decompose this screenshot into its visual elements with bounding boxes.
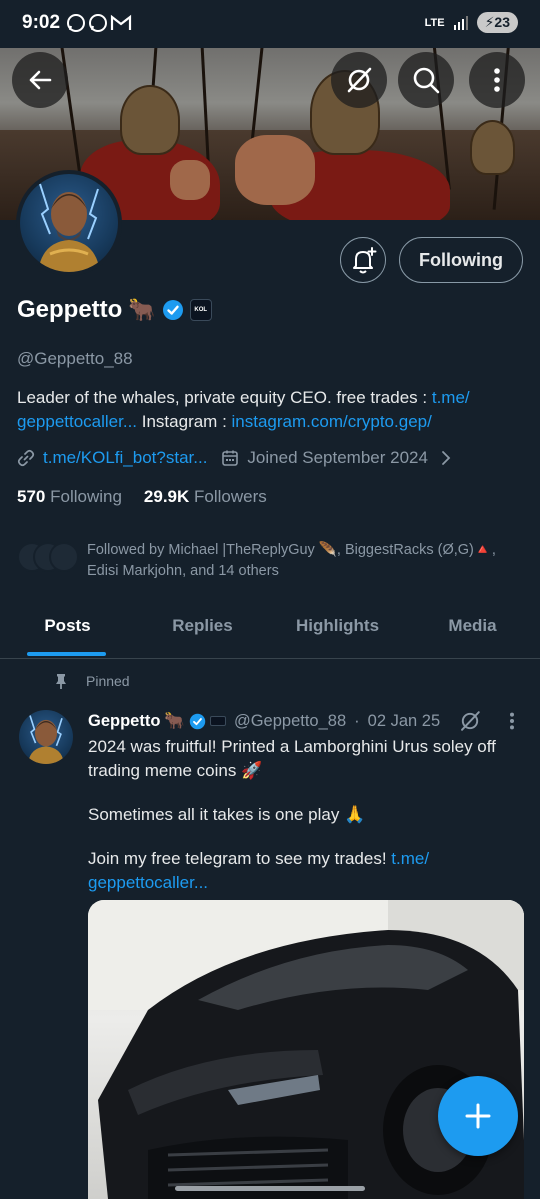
followers-label: Followers	[194, 487, 267, 506]
post-line: Sometimes all it takes is one play 🙏	[88, 805, 366, 824]
post-line-with-link: Join my free telegram to see my trades! …	[88, 847, 528, 895]
joined-date: Joined September 2024	[247, 448, 428, 467]
avatar-image	[27, 715, 65, 764]
search-button[interactable]	[398, 52, 454, 108]
follow-counts: 570 Following 29.9K Followers	[17, 487, 267, 507]
ox-emoji: 🐂	[164, 711, 185, 730]
signal-icon	[453, 15, 468, 30]
arrow-left-icon	[29, 70, 52, 90]
ox-emoji: 🐂	[128, 297, 156, 322]
profile-website-link[interactable]: t.me/KOLfi_bot?star...	[43, 448, 207, 468]
gmail-icon	[110, 14, 132, 30]
post-line: Join my free telegram to see my trades!	[88, 849, 392, 868]
followed-by-avatars	[17, 540, 79, 574]
home-indicator[interactable]	[175, 1186, 365, 1191]
bio-text: Instagram :	[137, 412, 232, 431]
display-name-row: Geppetto 🐂 KOL	[17, 296, 212, 324]
car-image	[88, 900, 524, 1199]
search-icon	[413, 67, 440, 94]
post-handle: @Geppetto_88	[233, 711, 347, 730]
profile-avatar[interactable]	[16, 170, 122, 276]
following-label: Following	[50, 487, 122, 506]
post-author[interactable]: Geppetto	[88, 712, 160, 731]
link-icon	[17, 449, 35, 467]
grok-icon[interactable]	[458, 709, 482, 733]
profile-handle: @Geppetto_88	[17, 349, 133, 368]
banner-figure	[170, 160, 210, 200]
display-name: Geppetto	[17, 296, 123, 323]
bio-text: Leader of the whales, private equity CEO…	[17, 388, 432, 407]
profile-meta: t.me/KOLfi_bot?star... Joined September …	[17, 448, 454, 468]
affiliate-badge[interactable]: KOL	[189, 299, 212, 321]
pin-icon	[56, 674, 66, 689]
mini-avatar	[49, 542, 79, 572]
more-button[interactable]	[469, 52, 525, 108]
banner-helmet	[470, 120, 515, 175]
pinned-label: Pinned	[86, 673, 130, 689]
bio-instagram-link[interactable]: instagram.com/crypto.gep/	[232, 412, 432, 431]
post-date: 02 Jan 25	[367, 711, 441, 730]
more-vertical-icon[interactable]	[508, 711, 516, 731]
following-stat[interactable]: 570 Following	[17, 487, 122, 507]
avatar-image	[38, 183, 100, 272]
followers-stat[interactable]: 29.9K Followers	[144, 487, 267, 507]
notifications-button[interactable]	[340, 237, 386, 283]
more-vertical-icon	[494, 68, 500, 92]
compose-button[interactable]	[438, 1076, 518, 1156]
status-time: 9:02	[22, 12, 61, 33]
system-indicators: LTE ⚡23	[425, 12, 518, 33]
tab-media[interactable]: Media	[405, 604, 540, 658]
plus-icon	[465, 1103, 491, 1129]
post-body: 2024 was fruitful! Printed a Lamborghini…	[88, 735, 528, 915]
status-bar: 9:02 LTE ⚡23	[0, 0, 540, 48]
chevron-right-icon[interactable]	[438, 450, 454, 466]
notification-icons	[66, 13, 132, 33]
post-image[interactable]	[88, 900, 524, 1199]
calendar-icon	[222, 450, 239, 466]
banner-helmet	[120, 85, 180, 155]
post-separator: ·	[354, 711, 360, 730]
following-button[interactable]: Following	[399, 237, 523, 283]
tab-posts[interactable]: Posts	[0, 604, 135, 658]
tab-replies[interactable]: Replies	[135, 604, 270, 658]
profile-bio: Leader of the whales, private equity CEO…	[17, 386, 517, 434]
bell-plus-icon	[353, 247, 377, 274]
post-line: 2024 was fruitful! Printed a Lamborghini…	[88, 737, 496, 780]
tab-highlights[interactable]: Highlights	[270, 604, 405, 658]
affiliate-badge-icon	[209, 716, 226, 726]
following-count: 570	[17, 487, 46, 506]
battery-charging-icon: ⚡23	[476, 12, 518, 33]
profile-tabs: Posts Replies Highlights Media	[0, 604, 540, 659]
verified-badge-icon[interactable]	[162, 299, 184, 321]
grok-button[interactable]	[331, 52, 387, 108]
whatsapp-icon	[67, 14, 85, 32]
grok-icon	[347, 67, 372, 93]
network-type: LTE	[424, 16, 445, 29]
followed-by[interactable]: Followed by Michael |TheReplyGuy 🪶, Bigg…	[17, 540, 527, 582]
verified-badge-icon	[189, 713, 206, 729]
post-header: Geppetto 🐂 @Geppetto_88 · 02 Jan 25	[88, 709, 528, 733]
post-avatar[interactable]	[19, 710, 73, 764]
back-button[interactable]	[12, 52, 68, 108]
followed-by-text: Followed by Michael |TheReplyGuy 🪶, Bigg…	[87, 542, 496, 579]
whatsapp-icon	[89, 14, 107, 32]
followers-count: 29.9K	[143, 487, 190, 506]
battery-level: 23	[494, 14, 510, 30]
pinned-indicator: Pinned	[52, 672, 130, 690]
banner-figure	[235, 135, 315, 205]
